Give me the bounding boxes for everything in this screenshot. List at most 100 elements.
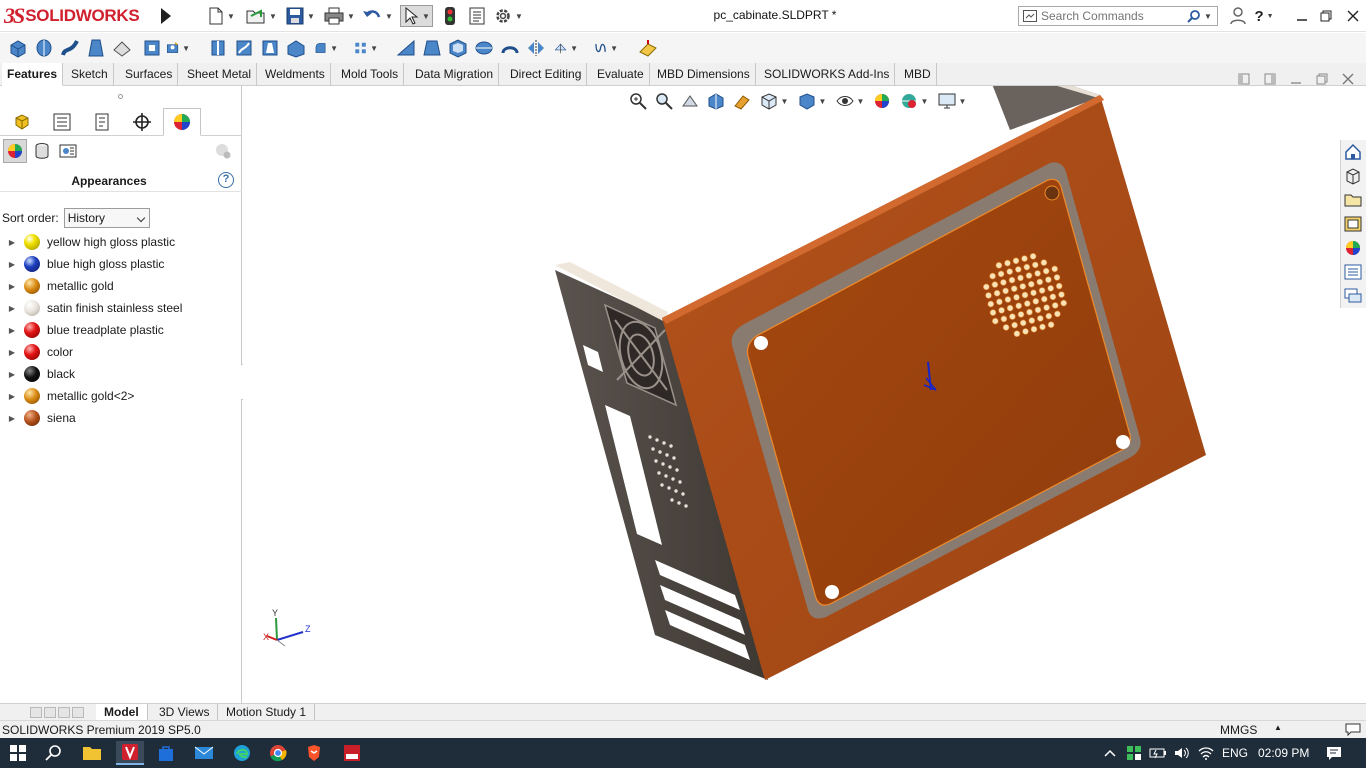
solidworks-2019-taskbar-button[interactable] [338,741,366,765]
action-center-button[interactable] [1320,741,1348,765]
tab-solidworks-add-ins[interactable]: SOLIDWORKS Add-Ins [759,63,896,86]
new-document-button[interactable]: ▼ [208,5,235,27]
tab-weldments[interactable]: Weldments [260,63,331,86]
hide-show-items-button[interactable]: ▼ [831,90,869,112]
section-view-button[interactable] [703,90,729,112]
save-button[interactable]: ▼ [286,5,315,27]
unit-system-caret[interactable]: ▲ [1274,723,1282,732]
display-style-button[interactable]: ▼ [793,90,831,112]
instant3d-button[interactable] [636,36,660,60]
tab-sheet-metal[interactable]: Sheet Metal [182,63,258,86]
tab-surfaces[interactable]: Surfaces [120,63,179,86]
store-taskbar-button[interactable] [152,741,180,765]
first-tab-button[interactable] [30,707,42,718]
list-item[interactable]: ▶ satin finish stainless steel [0,297,242,319]
solidworks-forum-button[interactable] [1341,284,1365,308]
file-explorer-taskbar-button[interactable] [78,741,106,765]
shell-button[interactable] [446,36,470,60]
expand-arrow-icon[interactable]: ▶ [0,348,24,357]
appearances-scenes-decals-button[interactable] [1341,236,1365,260]
list-item[interactable]: ▶ color [0,341,242,363]
list-item[interactable]: ▶ blue high gloss plastic [0,253,242,275]
tab-sketch[interactable]: Sketch [66,63,114,86]
help-button[interactable]: ? ▼ [1252,4,1276,28]
file-explorer-button[interactable] [1341,188,1365,212]
curves-button[interactable]: ▼ [594,36,618,60]
graphics-area[interactable]: Y X Z [243,86,1366,703]
expand-arrow-icon[interactable]: ▶ [0,392,24,401]
fillet-button[interactable]: ▼ [314,36,338,60]
revolved-cut-button[interactable] [206,36,230,60]
close-window-button[interactable] [1341,4,1365,28]
tab-evaluate[interactable]: Evaluate [592,63,650,86]
lofted-cut-button[interactable] [258,36,282,60]
revolved-boss-button[interactable] [32,36,56,60]
view-orientation-button[interactable]: ▼ [755,90,793,112]
wrap-button[interactable] [498,36,522,60]
view-palette-button[interactable] [1341,212,1365,236]
expand-arrow-icon[interactable]: ▶ [0,282,24,291]
view-appearances-button[interactable] [3,139,27,163]
zoom-to-fit-button[interactable] [625,90,651,112]
list-item[interactable]: ▶ siena [0,407,242,429]
sort-order-select[interactable]: History [63,208,150,228]
hole-wizard-button[interactable]: ▼ [166,36,190,60]
tab-3d-views[interactable]: 3D Views [151,704,219,721]
tab-display-manager[interactable] [163,108,201,136]
view-decals-button[interactable] [30,139,54,163]
tab-mbd[interactable]: MBD [899,63,937,86]
tab-data-migration[interactable]: Data Migration [410,63,500,86]
document-minimize-button[interactable] [1286,70,1306,88]
boundary-boss-button[interactable] [110,36,134,60]
list-item[interactable]: ▶ black [0,363,242,385]
tab-feature-manager[interactable] [3,108,41,136]
intersect-button[interactable] [472,36,496,60]
taskbar-search-button[interactable] [40,741,68,765]
tab-motion-study-1[interactable]: Motion Study 1 [218,704,316,721]
rib-button[interactable] [394,36,418,60]
extruded-boss-button[interactable] [6,36,30,60]
tab-mbd-dimensions[interactable]: MBD Dimensions [652,63,756,86]
swept-boss-button[interactable] [58,36,82,60]
open-document-button[interactable]: ▼ [246,5,277,27]
expand-arrow-icon[interactable]: ▶ [0,414,24,423]
network-button[interactable] [1192,741,1220,765]
user-account-button[interactable] [1226,4,1250,28]
start-button[interactable] [4,741,32,765]
expand-arrow-icon[interactable]: ▶ [0,260,24,269]
mirror-button[interactable] [524,36,548,60]
rebuild-status-icon[interactable] [1345,722,1361,739]
tab-property-manager[interactable] [43,108,81,136]
tile-left-button[interactable] [1234,70,1254,88]
input-language-indicator[interactable]: ENG [1222,746,1248,760]
minimize-window-button[interactable] [1290,4,1314,28]
view-settings-button[interactable]: ▼ [933,90,971,112]
unit-system-indicator[interactable]: MMGS [1220,723,1257,737]
dynamic-annotation-button[interactable] [729,90,755,112]
previous-tab-button[interactable] [44,707,56,718]
expand-arrow-icon[interactable]: ▶ [0,238,24,247]
display-pane-settings-button[interactable] [211,139,235,163]
document-close-button[interactable] [1338,70,1358,88]
swept-cut-button[interactable] [232,36,256,60]
solidworks-resources-button[interactable] [1341,140,1365,164]
expand-arrow-icon[interactable]: ▶ [0,304,24,313]
help-icon[interactable]: ? [218,172,234,188]
taskbar-clock[interactable]: 02:09 PM [1258,746,1309,760]
menu-expand-arrow-icon[interactable] [161,8,171,24]
list-item[interactable]: ▶ metallic gold [0,275,242,297]
tab-mold-tools[interactable]: Mold Tools [336,63,405,86]
design-library-button[interactable] [1341,164,1365,188]
zoom-to-area-button[interactable] [651,90,677,112]
file-properties-button[interactable] [468,5,486,27]
select-button[interactable]: ▼ [400,5,433,27]
solidworks-logo[interactable]: 3S SOLIDWORKS [4,2,154,30]
lofted-boss-button[interactable] [84,36,108,60]
print-button[interactable]: ▼ [324,5,355,27]
tab-features[interactable]: Features [2,63,64,86]
expand-arrow-icon[interactable]: ▶ [0,326,24,335]
list-item[interactable]: ▶ yellow high gloss plastic [0,231,242,253]
list-item[interactable]: ▶ blue treadplate plastic [0,319,242,341]
pc-cabinet-model[interactable] [243,86,1366,703]
search-commands-box[interactable]: ▼ [1018,6,1218,26]
